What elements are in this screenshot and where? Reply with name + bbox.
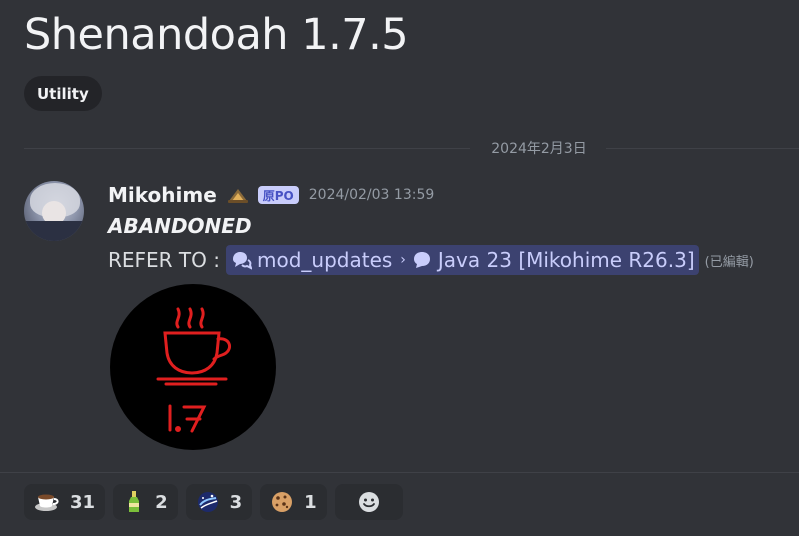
- date-divider-line-right: [606, 148, 799, 149]
- add-reaction-icon: [358, 492, 379, 512]
- reactions-bar: 31 2 3 1: [24, 484, 403, 520]
- reaction-galaxy[interactable]: 3: [185, 484, 253, 520]
- thread-title: Shenandoah 1.7.5: [24, 10, 409, 60]
- message-refer-line: REFER TO : mod_updates › Java 23 [Mikohi…: [108, 245, 754, 275]
- avatar-cloth: [24, 221, 84, 241]
- username[interactable]: Mikohime: [108, 183, 217, 207]
- refer-label: REFER TO :: [108, 248, 220, 272]
- op-badge: 原PO: [257, 186, 299, 204]
- server-tag-icon: [227, 189, 248, 203]
- add-reaction-button[interactable]: [334, 484, 403, 520]
- reaction-count: 2: [155, 491, 168, 513]
- channel-mention-label: mod_updates: [256, 248, 393, 272]
- message-timestamp[interactable]: 2024/02/03 13:59: [309, 187, 435, 203]
- chevron-right-icon: ›: [400, 252, 406, 268]
- message-line-abandoned: ABANDONED: [108, 214, 252, 238]
- cookie-icon: [272, 492, 293, 512]
- reactions-separator: [0, 472, 799, 473]
- thread-mention-label: Java 23 [Mikohime R26.3]: [437, 248, 695, 272]
- coffee-cup-icon: [35, 494, 59, 511]
- coffee-logo-image: [110, 284, 276, 450]
- reaction-count: 31: [70, 491, 96, 513]
- forum-channel-icon: [232, 252, 252, 270]
- message-header: Mikohime 原PO 2024/02/03 13:59: [108, 181, 434, 209]
- avatar[interactable]: [24, 181, 84, 241]
- reaction-coffee[interactable]: 31: [24, 484, 106, 520]
- reaction-count: 3: [229, 491, 243, 513]
- date-divider: 2024年2月3日: [491, 141, 587, 157]
- bottle-icon: [129, 491, 140, 512]
- tag-utility[interactable]: Utility: [24, 76, 102, 111]
- reaction-bottle[interactable]: 2: [113, 484, 178, 520]
- edited-indicator: (已編輯): [704, 254, 754, 270]
- date-divider-line-left: [24, 148, 470, 149]
- galaxy-icon: [197, 492, 218, 512]
- thread-bubble-icon: [413, 252, 430, 268]
- channel-thread-mention[interactable]: mod_updates › Java 23 [Mikohime R26.3]: [225, 245, 699, 275]
- reaction-cookie[interactable]: 1: [260, 484, 327, 520]
- reaction-count: 1: [304, 491, 317, 513]
- image-attachment[interactable]: [108, 283, 278, 451]
